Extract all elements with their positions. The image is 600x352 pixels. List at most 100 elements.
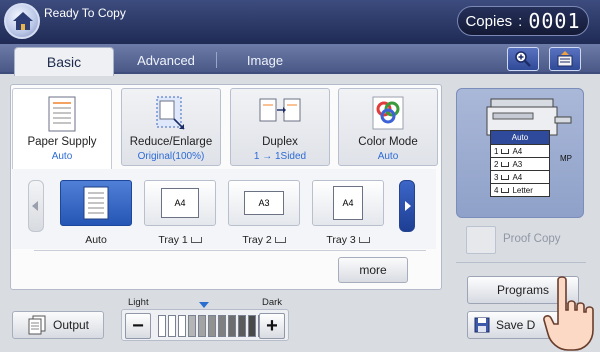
reduce-enlarge-label: Reduce/Enlarge [129,136,213,148]
reduce-enlarge-value: Original(100%) [137,151,205,162]
tray-3-label: Tray 3 [312,234,384,246]
density-level[interactable] [168,315,176,337]
pointing-hand-icon [543,276,594,351]
machine-tray-2-num: 2 [494,159,499,169]
density-level[interactable] [178,315,186,337]
density-level[interactable] [208,315,216,337]
tray-drawer-icon [274,237,286,244]
output-button[interactable]: Output [12,311,104,339]
density-level[interactable] [238,315,246,337]
density-level[interactable] [228,315,236,337]
job-status-button[interactable] [549,47,581,71]
tray-1-paper: A4 [161,188,199,218]
density-position-marker [199,302,209,308]
home-button[interactable] [4,3,40,39]
tray-drawer-icon [501,148,510,154]
reduce-enlarge-icon [156,96,185,130]
density-increase-button[interactable]: + [259,313,285,339]
color-mode-value: Auto [377,151,399,162]
mp-tray-label[interactable]: MP [560,154,572,163]
proof-copy-label: Proof Copy [503,233,561,245]
floppy-disk-icon [474,317,490,333]
status-text: Ready To Copy [44,6,126,20]
paper-stack-icon [83,186,109,220]
home-icon [13,12,33,30]
tray-drawer-icon [501,161,510,167]
scroll-left-button[interactable] [28,180,44,232]
tray-1-text: Tray 1 [158,234,188,246]
density-dark-label: Dark [262,297,283,308]
chevron-right-icon [405,201,411,211]
machine-tray-3[interactable]: 3 A4 [491,170,549,183]
density-level[interactable] [188,315,196,337]
tray-divider [34,250,426,251]
density-scale[interactable] [158,315,266,337]
density-level[interactable] [248,315,256,337]
density-light-label: Light [128,297,149,308]
tray-1[interactable]: A4 [144,180,216,226]
tray-drawer-icon [501,187,510,193]
magnifier-plus-icon [515,51,531,67]
tray-drawer-icon [501,174,510,180]
machine-tray-4[interactable]: 4 Letter [491,183,549,196]
duplex-label: Duplex [262,136,298,148]
tab-advanced[interactable]: Advanced [116,47,216,74]
machine-tray-1-num: 1 [494,146,499,156]
machine-tray-4-paper: Letter [512,185,533,195]
copies-counter[interactable]: Copies : 0001 [457,6,589,36]
machine-tray-list: Auto 1 A4 2 A3 3 A4 4 Letter [490,130,550,197]
output-pages-icon [28,315,46,335]
save-label: Save D [496,318,536,332]
tray-auto[interactable] [60,180,132,226]
color-mode-icon [372,96,404,130]
side-divider [456,262,586,263]
tray-2-label: Tray 2 [228,234,300,246]
density-level[interactable] [218,315,226,337]
paper-supply-icon [48,96,76,132]
machine-tray-4-num: 4 [494,185,499,195]
tray-2-paper: A3 [244,191,284,215]
density-control: − + [121,309,289,341]
machine-tray-1-paper: A4 [512,146,523,156]
tray-auto-label: Auto [85,234,107,246]
duplex-value: 1 → 1Sided [253,151,307,162]
reduce-enlarge-button[interactable]: Reduce/Enlarge Original(100%) [121,88,221,166]
tray-3-paper: A4 [333,186,363,220]
density-decrease-button[interactable]: − [125,313,151,339]
tray-drawer-icon [358,237,370,244]
copies-separator: : [518,12,523,30]
tray-2[interactable]: A3 [228,180,300,226]
machine-tray-1[interactable]: 1 A4 [491,144,549,157]
tab-basic[interactable]: Basic [14,47,114,76]
duplex-icon [259,98,301,122]
machine-tray-2-paper: A3 [512,159,523,169]
proof-copy-checkbox[interactable] [466,226,496,254]
paper-supply-value: Auto [51,151,73,162]
copies-label: Copies [465,12,513,30]
paper-supply-button[interactable]: Paper Supply Auto [12,88,112,172]
machine-tray-3-num: 3 [494,172,499,182]
tray-1-label: Tray 1 [144,234,216,246]
machine-tray-3-paper: A4 [512,172,523,182]
tray-drawer-icon [190,237,202,244]
scroll-right-button[interactable] [399,180,415,232]
document-stack-icon [557,51,573,67]
color-mode-label: Color Mode [358,136,418,148]
machine-tray-2[interactable]: 2 A3 [491,157,549,170]
density-level[interactable] [198,315,206,337]
copy-screen: Ready To Copy Copies : 0001 Basic Advanc… [0,0,600,352]
duplex-button[interactable]: Duplex 1 → 1Sided [230,88,330,166]
chevron-left-icon [32,201,38,211]
machine-tray-auto[interactable]: Auto [491,131,549,144]
density-level[interactable] [158,315,166,337]
paper-supply-label: Paper Supply [27,136,97,148]
zoom-button[interactable] [507,47,539,71]
output-label: Output [52,318,90,332]
copies-value: 0001 [528,9,581,33]
tray-3[interactable]: A4 [312,180,384,226]
tab-image[interactable]: Image [217,47,313,74]
tray-3-text: Tray 3 [326,234,356,246]
more-button[interactable]: more [338,257,408,283]
color-mode-button[interactable]: Color Mode Auto [338,88,438,166]
top-bar: Ready To Copy Copies : 0001 [0,0,600,44]
